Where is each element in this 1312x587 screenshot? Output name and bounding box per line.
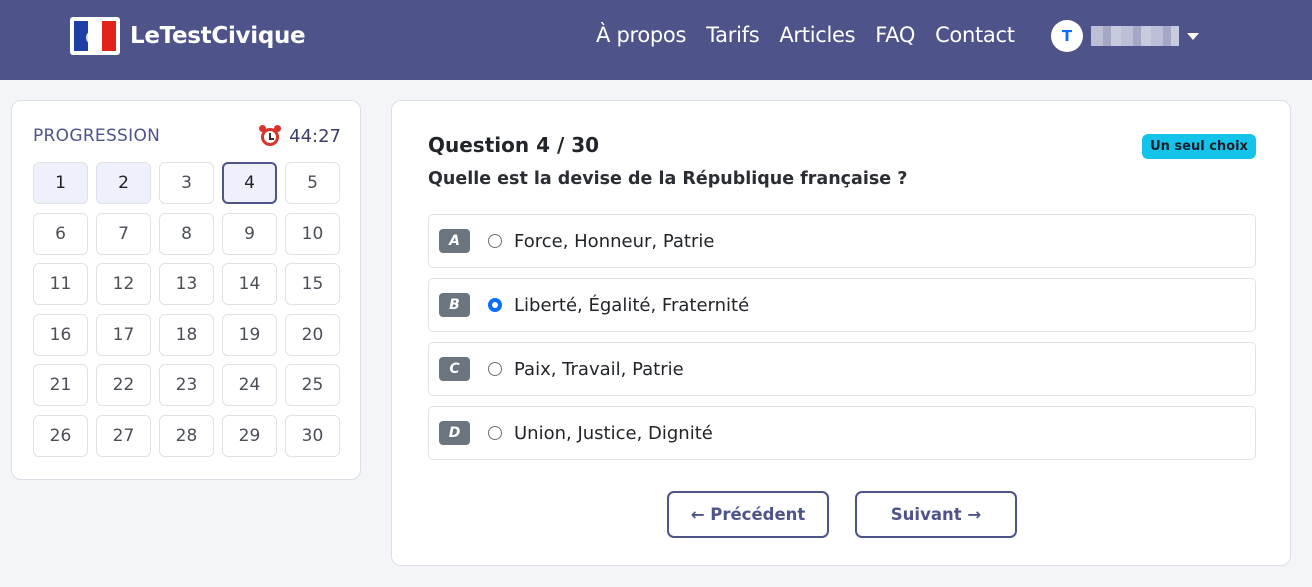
question-nav-13[interactable]: 13 [159, 263, 214, 305]
alarm-clock-icon [259, 125, 282, 147]
username-blurred: ████████ [1091, 26, 1179, 46]
question-nav-14[interactable]: 14 [222, 263, 277, 305]
caret-down-icon [1187, 32, 1199, 40]
question-nav-15[interactable]: 15 [285, 263, 340, 305]
user-menu-toggle[interactable]: T ████████ [1051, 20, 1199, 52]
question-nav-22[interactable]: 22 [96, 364, 151, 406]
question-nav-28[interactable]: 28 [159, 414, 214, 457]
question-nav-19[interactable]: 19 [222, 313, 277, 356]
question-nav-7[interactable]: 7 [96, 212, 151, 255]
option-letter: D [439, 421, 470, 445]
french-flag-logo [70, 17, 120, 55]
option-label: Force, Honneur, Patrie [514, 230, 715, 252]
question-nav-10[interactable]: 10 [285, 212, 340, 255]
question-nav-26[interactable]: 26 [33, 414, 88, 457]
progression-header: PROGRESSION 44:27 [33, 125, 341, 147]
previous-button[interactable]: ← Précédent [667, 491, 829, 538]
option-letter: A [439, 229, 470, 253]
option-c-radio[interactable] [488, 362, 502, 376]
progression-title: PROGRESSION [33, 126, 161, 146]
brand-name: LeTestCivique [130, 23, 306, 49]
question-nav-12[interactable]: 12 [96, 263, 151, 305]
option-a-radio[interactable] [488, 234, 502, 248]
option-c[interactable]: C Paix, Travail, Patrie [428, 342, 1256, 396]
question-nav-27[interactable]: 27 [96, 414, 151, 457]
progression-card: PROGRESSION 44:27 1 2 3 4 5 6 7 8 9 10 11 12 13 14 15 1… [11, 100, 361, 480]
question-nav-30[interactable]: 30 [285, 414, 340, 457]
question-nav-24[interactable]: 24 [222, 364, 277, 406]
question-nav-18[interactable]: 18 [159, 313, 214, 356]
next-button[interactable]: Suivant → [855, 491, 1017, 538]
question-nav-17[interactable]: 17 [96, 313, 151, 356]
question-nav-21[interactable]: 21 [33, 364, 88, 406]
option-letter: C [439, 357, 470, 381]
timer: 44:27 [259, 125, 341, 147]
question-nav-25[interactable]: 25 [285, 364, 340, 406]
option-d-radio[interactable] [488, 426, 502, 440]
timer-value: 44:27 [289, 125, 341, 147]
option-label: Union, Justice, Dignité [514, 422, 713, 444]
option-b[interactable]: B Liberté, Égalité, Fraternité [428, 278, 1256, 332]
question-text: Quelle est la devise de la République fr… [428, 169, 908, 189]
question-nav-23[interactable]: 23 [159, 364, 214, 406]
navbar: LeTestCivique À propos Tarifs Articles F… [0, 0, 1312, 80]
question-nav-6[interactable]: 6 [33, 212, 88, 255]
question-nav-1[interactable]: 1 [33, 162, 88, 204]
nav-link-faq[interactable]: FAQ [875, 23, 915, 47]
question-grid: 1 2 3 4 5 6 7 8 9 10 11 12 13 14 15 16 17 18 19 20 21 22 23 24 2… [33, 162, 340, 457]
question-nav-4[interactable]: 4 [222, 162, 277, 204]
avatar: T [1051, 20, 1083, 52]
option-label: Liberté, Égalité, Fraternité [514, 294, 750, 316]
single-choice-badge: Un seul choix [1142, 134, 1256, 159]
nav-link-tarifs[interactable]: Tarifs [706, 23, 760, 47]
option-a[interactable]: A Force, Honneur, Patrie [428, 214, 1256, 268]
question-nav-29[interactable]: 29 [222, 414, 277, 457]
nav-link-contact[interactable]: Contact [935, 23, 1015, 47]
option-letter: B [439, 293, 470, 317]
question-nav-8[interactable]: 8 [159, 212, 214, 255]
question-card: Question 4 / 30 Un seul choix Quelle est… [391, 100, 1291, 566]
option-b-radio[interactable] [488, 298, 502, 312]
question-number: Question 4 / 30 [428, 133, 600, 157]
question-nav-9[interactable]: 9 [222, 212, 277, 255]
question-nav-3[interactable]: 3 [159, 162, 214, 204]
question-nav-16[interactable]: 16 [33, 313, 88, 356]
question-nav-11[interactable]: 11 [33, 263, 88, 305]
nav-link-articles[interactable]: Articles [779, 23, 855, 47]
nav-links: À propos Tarifs Articles FAQ Contact [596, 23, 1015, 47]
option-d[interactable]: D Union, Justice, Dignité [428, 406, 1256, 460]
question-nav-2[interactable]: 2 [96, 162, 151, 204]
nav-link-a-propos[interactable]: À propos [596, 23, 686, 47]
brand-link[interactable]: LeTestCivique [70, 17, 306, 55]
question-nav-20[interactable]: 20 [285, 313, 340, 356]
option-label: Paix, Travail, Patrie [514, 358, 684, 380]
question-nav-5[interactable]: 5 [285, 162, 340, 204]
